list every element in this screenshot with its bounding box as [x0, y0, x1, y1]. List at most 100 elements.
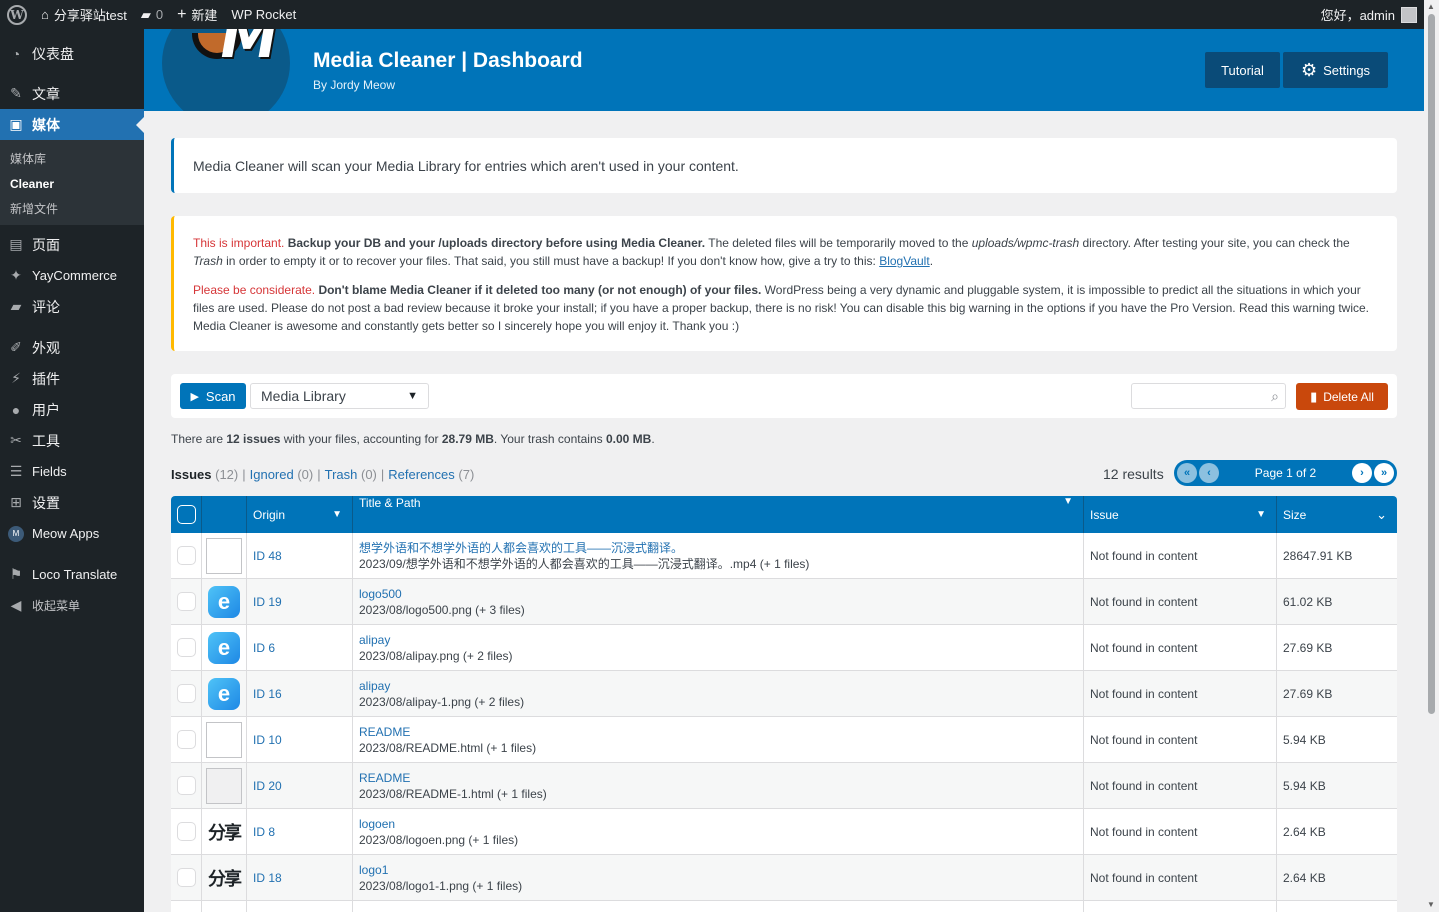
image-thumbnail[interactable]: [206, 767, 242, 804]
menu-yaycommerce[interactable]: ✦ YayCommerce: [0, 260, 144, 291]
first-page-icon[interactable]: «: [1177, 463, 1197, 483]
dashboard-icon: ◔: [11, 45, 21, 62]
tutorial-button[interactable]: Tutorial: [1205, 52, 1280, 88]
blogvault-link[interactable]: BlogVault: [879, 254, 929, 268]
media-id-link[interactable]: ID 10: [253, 733, 282, 747]
row-checkbox[interactable]: [176, 822, 196, 841]
row-checkbox[interactable]: [176, 868, 196, 887]
table-row[interactable]: e ID 19 logo500 2023/08/logo500.png (+ 3 fi…: [171, 579, 1397, 625]
collapse-icon: ◀: [10, 597, 22, 613]
scroll-down-icon[interactable]: ▼: [1427, 900, 1435, 909]
row-checkbox[interactable]: [176, 638, 196, 657]
table-row[interactable]: 分享 ID 8 logoen 2023/08/logoen.png (+ 1 file…: [171, 809, 1397, 855]
wp-logo-menu[interactable]: W: [0, 0, 34, 29]
image-thumbnail[interactable]: [206, 721, 242, 758]
scroll-up-icon[interactable]: ▲: [1427, 2, 1435, 11]
table-row[interactable]: e ID 16 alipay 2023/08/alipay-1.png (+ 2 fi…: [171, 671, 1397, 717]
media-id-link[interactable]: ID 18: [253, 871, 282, 885]
source-select[interactable]: Media Library ▼: [250, 383, 429, 409]
media-path: 2023/08/alipay-1.png (+ 2 files): [359, 694, 525, 709]
row-checkbox[interactable]: [176, 684, 196, 703]
filter-trash[interactable]: Trash (0): [325, 467, 377, 482]
comments-menu[interactable]: ▰ 0: [134, 0, 170, 29]
media-title-link[interactable]: README: [359, 770, 410, 786]
issue-header[interactable]: Issue ▼: [1084, 496, 1277, 533]
media-id-link[interactable]: ID 6: [253, 641, 275, 655]
filter-references[interactable]: References (7): [388, 467, 474, 482]
image-thumbnail[interactable]: 分享: [208, 865, 242, 891]
origin-header[interactable]: Origin ▼: [247, 496, 353, 533]
menu-appearance[interactable]: ✐ 外观: [0, 332, 144, 363]
image-thumbnail[interactable]: e: [208, 631, 240, 664]
media-id-link[interactable]: ID 48: [253, 549, 282, 563]
scan-button[interactable]: ▶ Scan: [180, 383, 246, 409]
submenu-add-new[interactable]: 新增文件: [0, 196, 144, 221]
thumb-header: [202, 496, 247, 533]
size-header[interactable]: Size ⌄: [1277, 496, 1397, 533]
image-thumbnail[interactable]: 分享: [208, 819, 242, 845]
scrollbar-thumb[interactable]: [1428, 14, 1435, 714]
table-row[interactable]: ID 48 想学外语和不想学外语的人都会喜欢的工具——沉浸式翻译。 2023/09/…: [171, 533, 1397, 579]
page-scrollbar[interactable]: ▲ ▼: [1424, 0, 1439, 912]
media-id-link[interactable]: ID 20: [253, 779, 282, 793]
table-row[interactable]: [171, 901, 1397, 912]
media-title-link[interactable]: alipay: [359, 678, 390, 694]
submenu-library[interactable]: 媒体库: [0, 146, 144, 171]
media-id-link[interactable]: ID 16: [253, 687, 282, 701]
menu-tools[interactable]: ✂ 工具: [0, 425, 144, 456]
menu-loco-translate[interactable]: ⚑ Loco Translate: [0, 559, 144, 590]
next-page-icon[interactable]: ›: [1352, 463, 1372, 483]
issue-cell: Not found in content: [1084, 625, 1277, 670]
table-row[interactable]: ID 20 README 2023/08/README-1.html (+ 1 fi…: [171, 763, 1397, 809]
image-thumbnail[interactable]: e: [208, 677, 240, 710]
search-input[interactable]: ⌕: [1131, 383, 1286, 409]
chevron-down-icon: ▼: [332, 509, 342, 520]
delete-all-button[interactable]: ▮ Delete All: [1296, 383, 1388, 410]
title-header[interactable]: Title & Path ▼: [353, 496, 1084, 533]
menu-collapse[interactable]: ◀ 收起菜单: [0, 590, 144, 621]
row-checkbox[interactable]: [176, 546, 196, 565]
filter-issues[interactable]: Issues (12): [171, 467, 238, 482]
table-row[interactable]: 分享 ID 18 logo1 2023/08/logo1-1.png (+ 1 fil…: [171, 855, 1397, 901]
row-checkbox[interactable]: [176, 776, 196, 795]
media-title-link[interactable]: logoen: [359, 816, 395, 832]
media-id-link[interactable]: ID 19: [253, 595, 282, 609]
my-account-menu[interactable]: 您好，admin: [1321, 5, 1439, 24]
menu-pages[interactable]: ▤ 页面: [0, 229, 144, 260]
menu-fields[interactable]: ☰ Fields: [0, 456, 144, 487]
menu-settings[interactable]: ⊞ 设置: [0, 487, 144, 518]
select-all-checkbox[interactable]: [176, 505, 196, 524]
settings-button[interactable]: ⚙ Settings: [1283, 52, 1388, 88]
menu-users[interactable]: ● 用户: [0, 394, 144, 425]
last-page-icon[interactable]: »: [1374, 463, 1394, 483]
image-thumbnail[interactable]: e: [208, 585, 240, 618]
new-content-menu[interactable]: + 新建: [170, 0, 224, 29]
prev-page-icon[interactable]: ‹: [1199, 463, 1219, 483]
submenu-cleaner[interactable]: Cleaner: [0, 171, 144, 196]
table-row[interactable]: e ID 6 alipay 2023/08/alipay.png (+ 2 files…: [171, 625, 1397, 671]
filter-ignored[interactable]: Ignored (0): [250, 467, 314, 482]
media-title-link[interactable]: 想学外语和不想学外语的人都会喜欢的工具——沉浸式翻译。: [359, 540, 683, 556]
wp-rocket-label: WP Rocket: [231, 7, 297, 22]
menu-meow-apps[interactable]: M Meow Apps: [0, 518, 144, 549]
checkbox-cell: [171, 901, 202, 912]
menu-comments[interactable]: ▰ 评论: [0, 291, 144, 322]
media-id-link[interactable]: ID 8: [253, 825, 275, 839]
site-name-menu[interactable]: ⌂ 分享驿站test: [34, 0, 134, 29]
wp-rocket-menu[interactable]: WP Rocket: [224, 0, 303, 29]
media-title-link[interactable]: logo1: [359, 862, 388, 878]
row-checkbox[interactable]: [176, 592, 196, 611]
media-title-link[interactable]: logo500: [359, 586, 402, 602]
menu-dashboard[interactable]: ◔ 仪表盘: [0, 38, 144, 69]
row-checkbox[interactable]: [176, 730, 196, 749]
table-row[interactable]: ID 10 README 2023/08/README.html (+ 1 file…: [171, 717, 1397, 763]
summary-text: . Your trash contains: [493, 432, 603, 446]
menu-media[interactable]: ▣ 媒体: [0, 109, 144, 140]
media-title-link[interactable]: README: [359, 724, 410, 740]
image-thumbnail[interactable]: [206, 537, 242, 574]
menu-plugins[interactable]: ⚡ 插件: [0, 363, 144, 394]
media-title-link[interactable]: alipay: [359, 632, 390, 648]
media-path: 2023/08/logo500.png (+ 3 files): [359, 602, 525, 617]
menu-posts[interactable]: ✎ 文章: [0, 78, 144, 109]
fields-icon: ☰: [9, 463, 23, 479]
